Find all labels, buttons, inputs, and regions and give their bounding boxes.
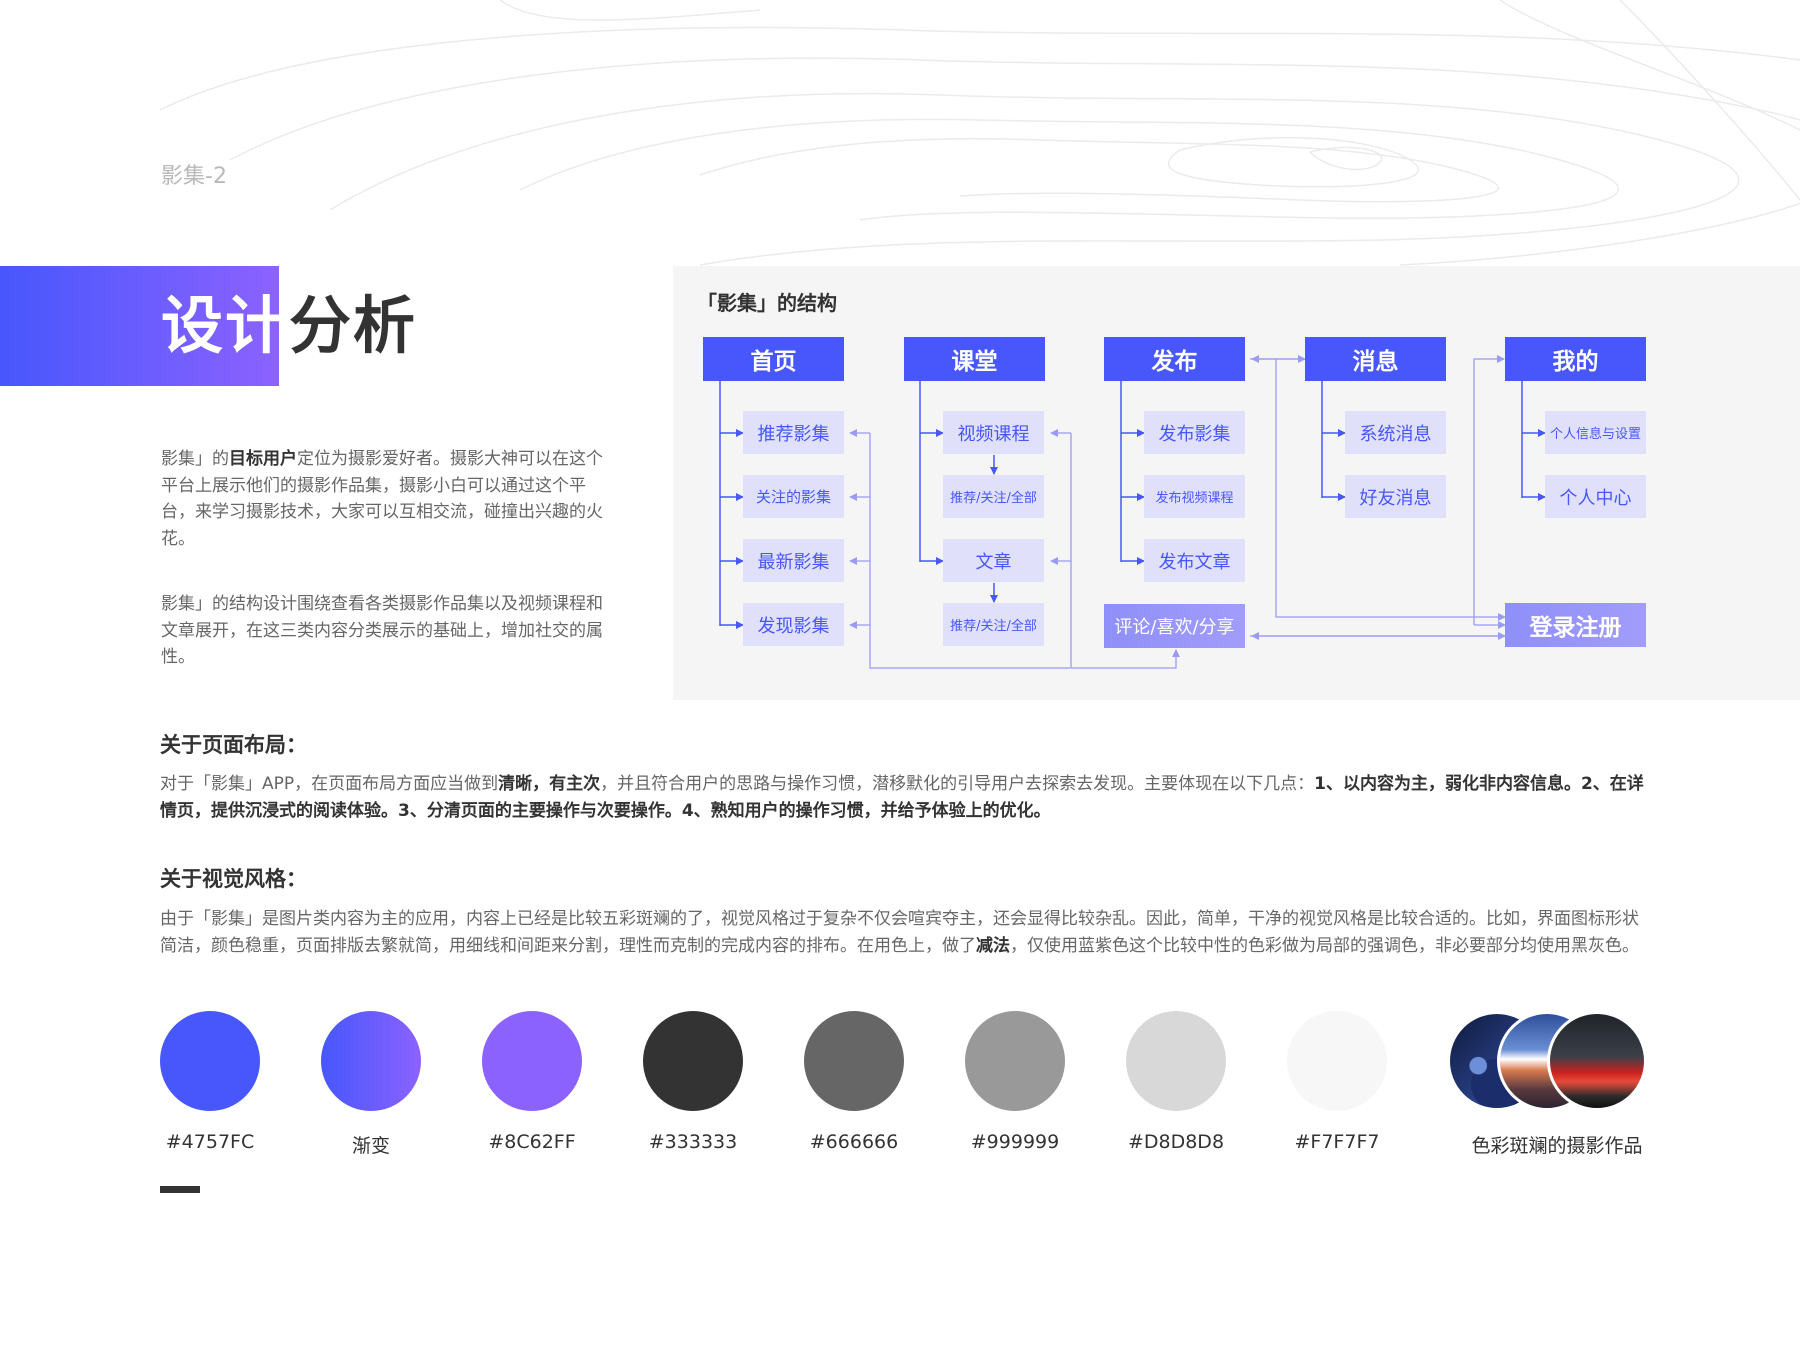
layout-section-title: 关于页面布局： — [160, 733, 307, 757]
node-login: 登录注册 — [1505, 603, 1646, 647]
layout-bold-1: 清晰，有主次 — [498, 774, 601, 794]
node-publish-video: 发布视频课程 — [1144, 475, 1245, 518]
color-swatch — [965, 1011, 1065, 1111]
node-recommended: 推荐影集 — [743, 411, 844, 454]
title-highlight: 设计 — [161, 289, 290, 362]
intro-paragraph-1: 影集」的目标用户定位为摄影爱好者。摄影大神可以在这个平台上展示他们的摄影作品集，… — [161, 446, 613, 552]
node-friend-messages: 好友消息 — [1345, 475, 1446, 518]
style-section-text: 由于「影集」是图片类内容为主的应用，内容上已经是比较五彩斑斓的了，视觉风格过于复… — [160, 906, 1650, 959]
color-swatch — [160, 1011, 260, 1111]
node-home: 首页 — [703, 337, 844, 381]
style-section-title: 关于视觉风格： — [160, 867, 307, 891]
style-bold-1: 减法 — [976, 935, 1010, 956]
node-social: 评论/喜欢/分享 — [1104, 604, 1245, 648]
color-swatch — [321, 1011, 421, 1111]
layout-section-text: 对于「影集」APP，在页面布局方面应当做到清晰，有主次，并且符合用户的思路与操作… — [160, 771, 1650, 824]
node-discover: 发现影集 — [743, 603, 844, 646]
node-video-filter: 推荐/关注/全部 — [943, 475, 1044, 518]
intro-p1-prefix: 影集」的 — [161, 449, 229, 469]
footer-dash — [160, 1186, 200, 1193]
diagram-title: 「影集」的结构 — [697, 291, 837, 315]
node-latest: 最新影集 — [743, 539, 844, 582]
intro-p1-bold: 目标用户 — [229, 449, 297, 469]
node-messages: 消息 — [1305, 337, 1446, 381]
page-title: 设计分析 — [161, 284, 417, 368]
color-swatch-label: #8C62FF — [488, 1131, 576, 1153]
color-swatch — [1126, 1011, 1226, 1111]
color-swatch — [482, 1011, 582, 1111]
color-swatch-label: #4757FC — [165, 1131, 255, 1153]
page-label: 影集-2 — [161, 164, 227, 189]
color-swatch-label: #333333 — [648, 1131, 738, 1153]
node-profile-settings: 个人信息与设置 — [1545, 411, 1646, 454]
color-swatch-label: #666666 — [809, 1131, 899, 1153]
node-classroom: 课堂 — [904, 337, 1045, 381]
node-mine: 我的 — [1505, 337, 1646, 381]
color-swatch — [643, 1011, 743, 1111]
node-publish-album: 发布影集 — [1144, 411, 1245, 454]
photos-label: 色彩斑斓的摄影作品 — [1471, 1135, 1643, 1157]
node-system-messages: 系统消息 — [1345, 411, 1446, 454]
color-swatch-label: #F7F7F7 — [1294, 1131, 1380, 1153]
node-articles: 文章 — [943, 539, 1044, 582]
node-publish: 发布 — [1104, 337, 1245, 381]
color-swatch — [804, 1011, 904, 1111]
title-rest: 分析 — [289, 289, 418, 362]
style-text-2: ，仅使用蓝紫色这个比较中性的色彩做为局部的强调色，非必要部分均使用黑灰色。 — [1010, 935, 1639, 956]
intro-paragraph-2: 影集」的结构设计围绕查看各类摄影作品集以及视频课程和文章展开，在这三类内容分类展… — [161, 594, 603, 667]
layout-text-1: 对于「影集」APP，在页面布局方面应当做到 — [160, 774, 499, 794]
color-swatch-label: 渐变 — [351, 1135, 390, 1157]
node-video-courses: 视频课程 — [943, 411, 1044, 454]
node-publish-article: 发布文章 — [1144, 539, 1245, 582]
topographic-background — [159, 0, 1800, 266]
color-swatch-label: #D8D8D8 — [1127, 1131, 1225, 1153]
node-followed: 关注的影集 — [743, 475, 844, 518]
color-swatch — [1287, 1011, 1387, 1111]
node-article-filter: 推荐/关注/全部 — [943, 603, 1044, 646]
node-personal-center: 个人中心 — [1545, 475, 1646, 518]
color-swatch-label: #999999 — [970, 1131, 1060, 1153]
layout-text-2: ，并且符合用户的思路与操作习惯，潜移默化的引导用户去探索去发现。主要体现在以下几… — [600, 774, 1315, 794]
photo-red-car — [1547, 1011, 1647, 1111]
